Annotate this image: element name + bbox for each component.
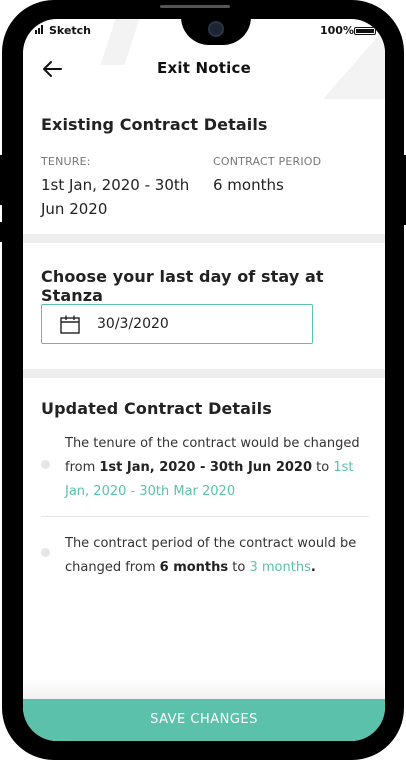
calendar-icon (60, 315, 80, 334)
app-screen: Sketch 100% Exit Notice Existing Contrac… (23, 19, 385, 741)
period-change-text: The contract period of the contract woul… (65, 536, 357, 575)
save-changes-button[interactable]: SAVE CHANGES (23, 699, 385, 741)
item-divider (41, 516, 369, 517)
signal-icon (35, 25, 43, 34)
section-divider (23, 234, 385, 243)
page-title: Exit Notice (157, 59, 251, 77)
tenure-label: TENURE: (41, 155, 91, 168)
battery-percent: 100% (320, 24, 354, 37)
tenure-value-line1: 1st Jan, 2020 - 30th (41, 176, 190, 194)
updated-contract-title: Updated Contract Details (41, 399, 272, 418)
speaker-grille (160, 5, 230, 8)
carrier-label: Sketch (49, 24, 92, 37)
tenure-change-text: The tenure of the contract would be chan… (65, 436, 360, 499)
last-day-date-input[interactable]: 30/3/2020 (41, 304, 313, 344)
tenure-value-line2: Jun 2020 (41, 200, 108, 218)
battery-icon (354, 27, 376, 35)
bullet-icon (41, 460, 50, 469)
bullet-icon (41, 548, 50, 557)
contract-period-label: CONTRACT PERIOD (213, 155, 322, 168)
camera-notch (181, 19, 251, 45)
contract-period-value: 6 months (213, 176, 284, 194)
existing-contract-title: Existing Contract Details (41, 115, 268, 134)
choose-last-day-title: Choose your last day of stay at Stanza (41, 267, 324, 305)
section-divider (23, 369, 385, 378)
phone-frame: Sketch 100% Exit Notice Existing Contrac… (2, 0, 404, 760)
camera-icon (208, 21, 224, 37)
date-value: 30/3/2020 (97, 316, 169, 332)
footer-shadow (23, 679, 385, 699)
